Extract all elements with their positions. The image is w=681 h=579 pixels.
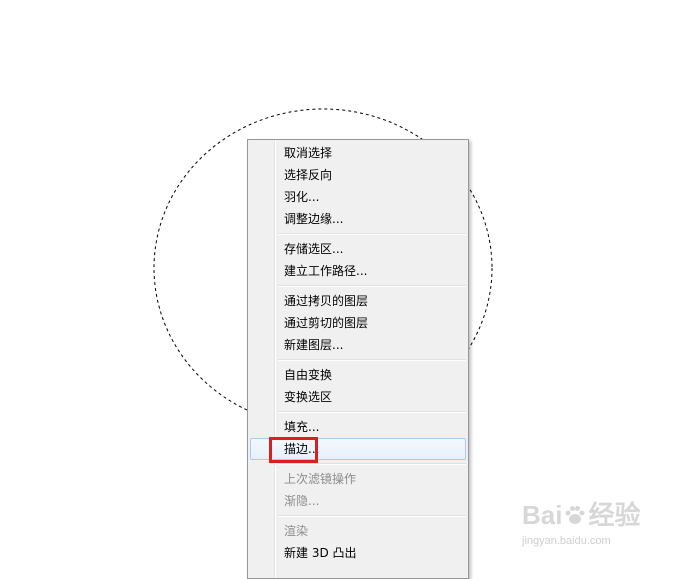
- menu-separator: [278, 230, 468, 238]
- menu-separator: [278, 282, 468, 290]
- menu-item[interactable]: 选择反向: [250, 164, 466, 186]
- menu-item[interactable]: 建立工作路径...: [250, 260, 466, 282]
- menu-separator: [278, 460, 468, 468]
- menu-item[interactable]: 存储选区...: [250, 238, 466, 260]
- menu-item[interactable]: 描边...: [250, 438, 466, 460]
- menu-item[interactable]: 调整边缘...: [250, 208, 466, 230]
- menu-item[interactable]: 取消选择: [250, 142, 466, 164]
- menu-separator: [278, 512, 468, 520]
- menu-item: 渐隐...: [284, 494, 320, 508]
- menu-separator: [278, 408, 468, 416]
- menu-item[interactable]: 通过拷贝的图层: [250, 290, 466, 312]
- menu-item[interactable]: 变换选区: [250, 386, 466, 408]
- menu-separator: [278, 356, 468, 364]
- menu-item: 上次滤镜操作: [284, 472, 357, 486]
- menu-item[interactable]: 填充...: [250, 416, 466, 438]
- menu-item[interactable]: 通过剪切的图层: [250, 312, 466, 334]
- menu-item: 渲染: [284, 524, 309, 538]
- menu-item[interactable]: 羽化...: [250, 186, 466, 208]
- menu-item[interactable]: 自由变换: [250, 364, 466, 386]
- menu-item[interactable]: 新建图层...: [250, 334, 466, 356]
- context-menu: 取消选择 选择反向 羽化... 调整边缘... 存储选区... 建立工作路径... 通过拷贝…: [247, 139, 469, 579]
- menu-item[interactable]: 新建 3D 凸出: [250, 542, 466, 564]
